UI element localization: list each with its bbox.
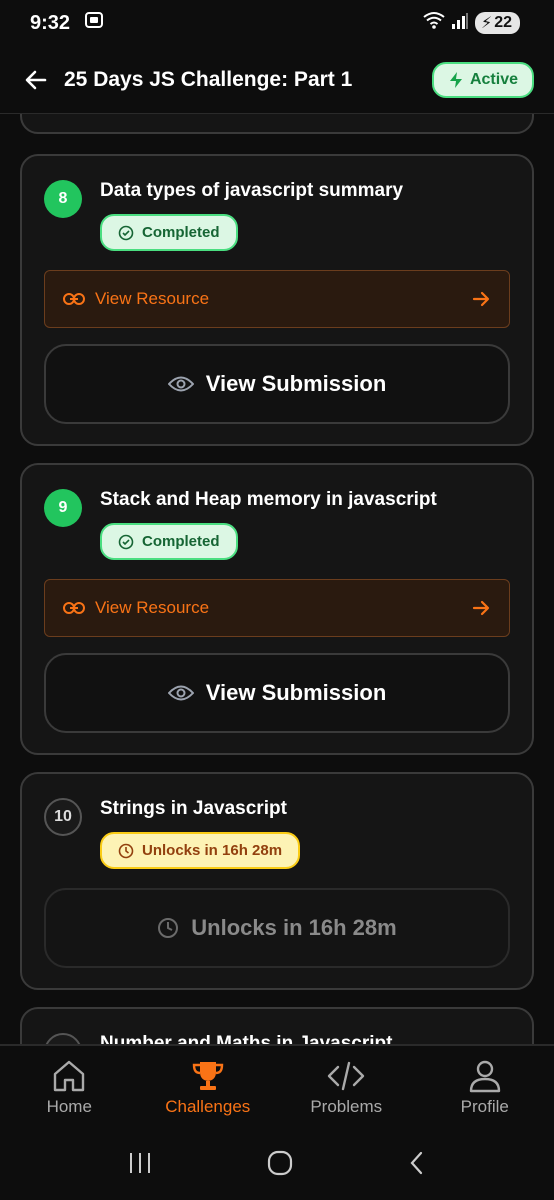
day-number-badge: 11 — [44, 1033, 82, 1044]
challenge-title: Data types of javascript summary — [100, 180, 404, 201]
eye-icon — [167, 376, 194, 392]
challenge-card-locked: 10 Strings in Javascript Unlocks in 16h … — [20, 772, 534, 990]
page-title: 25 Days JS Challenge: Part 1 — [64, 67, 353, 91]
lightning-icon — [449, 71, 462, 88]
locked-submission-button: Unlocks in 16h 28m — [44, 888, 510, 968]
clock-icon — [118, 843, 134, 858]
status-badge: Active — [431, 61, 534, 98]
link-icon — [63, 602, 85, 614]
system-navigation-bar — [0, 1130, 554, 1200]
status-label: Completed — [142, 533, 220, 550]
nav-problems[interactable]: Problems — [277, 1059, 415, 1117]
arrow-right-icon — [472, 291, 490, 307]
completed-badge: Completed — [100, 523, 238, 560]
back-system-button[interactable] — [407, 1150, 427, 1181]
challenge-list[interactable]: 8 Data types of javascript summary Compl… — [0, 114, 554, 1044]
wifi-icon — [423, 11, 445, 35]
status-label: Unlocks in 16h 28m — [142, 842, 283, 859]
nav-label: Home — [46, 1097, 92, 1116]
trophy-icon — [192, 1062, 223, 1090]
unlock-timer-badge: Unlocks in 16h 28m — [100, 832, 301, 869]
view-resource-button[interactable]: View Resource — [44, 270, 510, 328]
home-system-button[interactable] — [266, 1149, 294, 1182]
view-submission-button[interactable]: View Submission — [44, 344, 510, 424]
check-circle-icon — [118, 534, 134, 549]
challenge-title: Number and Maths in Javascript — [100, 1033, 393, 1044]
system-status-bar: 9:32 ⚡ 22 — [0, 0, 554, 46]
code-icon — [328, 1061, 365, 1091]
challenge-card-locked: 11 Number and Maths in Javascript — [20, 1007, 534, 1044]
nav-challenges[interactable]: Challenges — [139, 1059, 277, 1117]
arrow-left-icon — [25, 70, 47, 89]
day-number-badge: 10 — [44, 798, 82, 836]
nav-label: Problems — [310, 1097, 383, 1116]
clock: 9:32 — [30, 11, 71, 34]
app-header: 25 Days JS Challenge: Part 1 Active — [0, 46, 554, 114]
nav-label: Challenges — [165, 1097, 251, 1116]
challenge-title: Strings in Javascript — [100, 798, 287, 819]
view-submission-label: View Submission — [205, 371, 387, 396]
battery-indicator: ⚡ 22 — [474, 12, 520, 34]
view-resource-button[interactable]: View Resource — [44, 579, 510, 637]
view-submission-label: View Submission — [205, 680, 387, 705]
link-icon — [63, 293, 85, 305]
challenge-title: Stack and Heap memory in javascript — [100, 489, 437, 510]
eye-icon — [167, 685, 194, 701]
view-resource-label: View Resource — [95, 598, 210, 617]
charging-icon: ⚡ — [480, 15, 493, 32]
user-icon — [469, 1060, 500, 1093]
challenge-card-previous — [20, 114, 534, 134]
signal-icon — [451, 12, 469, 35]
bottom-navigation: Home Challenges Problems Profile — [0, 1044, 554, 1130]
status-label: Completed — [142, 224, 220, 241]
status-badge-label: Active — [469, 70, 518, 88]
day-number-badge: 9 — [44, 489, 82, 527]
challenge-card: 8 Data types of javascript summary Compl… — [20, 154, 534, 446]
home-icon — [54, 1060, 85, 1092]
battery-level: 22 — [494, 14, 512, 31]
view-resource-label: View Resource — [95, 289, 210, 308]
challenge-card: 9 Stack and Heap memory in javascript Co… — [20, 463, 534, 755]
screen-record-icon — [84, 10, 104, 36]
arrow-right-icon — [472, 600, 490, 616]
chevron-left-icon — [410, 1151, 423, 1174]
nav-label: Profile — [460, 1097, 509, 1116]
nav-profile[interactable]: Profile — [416, 1059, 554, 1117]
day-number-badge: 8 — [44, 180, 82, 218]
view-submission-button[interactable]: View Submission — [44, 653, 510, 733]
circle-home-icon — [267, 1150, 293, 1175]
locked-label: Unlocks in 16h 28m — [191, 915, 397, 940]
completed-badge: Completed — [100, 214, 238, 251]
recent-apps-icon — [129, 1152, 150, 1173]
recent-apps-button[interactable] — [127, 1151, 153, 1180]
back-button[interactable] — [20, 64, 52, 96]
clock-icon — [158, 918, 179, 938]
check-circle-icon — [118, 225, 134, 240]
nav-home[interactable]: Home — [0, 1059, 138, 1117]
